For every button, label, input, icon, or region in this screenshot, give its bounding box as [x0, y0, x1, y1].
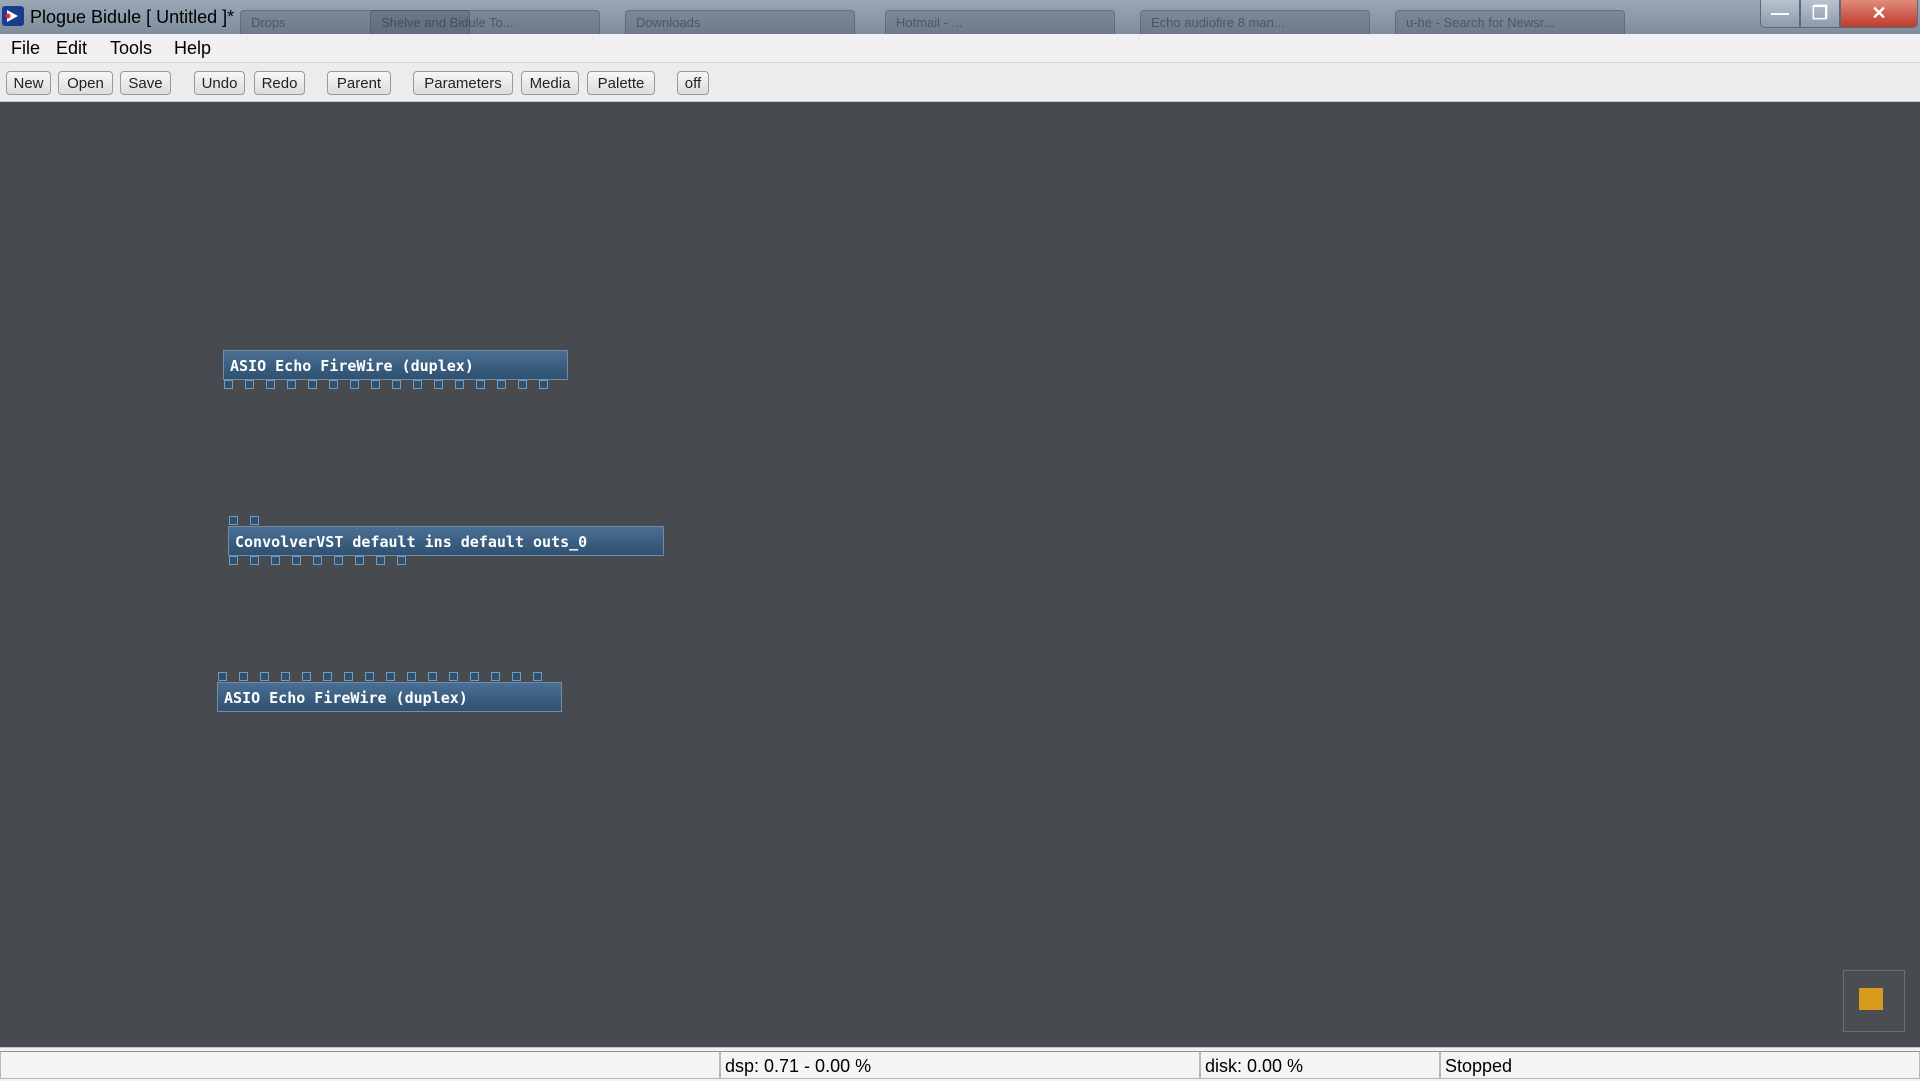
background-tab[interactable]: Shelve and Bidule To...: [370, 10, 600, 34]
output-pin[interactable]: [392, 380, 401, 389]
background-tab[interactable]: Hotmail - ...: [885, 10, 1115, 34]
window-title: Plogue Bidule [ Untitled ]*: [30, 7, 235, 27]
bidule-label: ASIO Echo FireWire (duplex): [224, 689, 468, 707]
new-button[interactable]: New: [6, 71, 51, 95]
input-pins: [229, 516, 269, 526]
bidule-asio-input[interactable]: ASIO Echo FireWire (duplex): [223, 350, 568, 380]
parameters-button[interactable]: Parameters: [413, 71, 513, 95]
record-widget[interactable]: [1843, 970, 1905, 1032]
output-pin[interactable]: [313, 556, 322, 565]
palette-button[interactable]: Palette: [587, 71, 655, 95]
output-pin[interactable]: [245, 380, 254, 389]
input-pin[interactable]: [250, 516, 259, 525]
output-pin[interactable]: [355, 556, 364, 565]
parent-button[interactable]: Parent: [327, 71, 391, 95]
output-pin[interactable]: [329, 380, 338, 389]
dsp-off-button[interactable]: off: [677, 71, 709, 95]
menu-file[interactable]: File: [11, 38, 40, 59]
input-pin[interactable]: [302, 672, 311, 681]
close-button[interactable]: ✕: [1840, 0, 1918, 28]
output-pin[interactable]: [271, 556, 280, 565]
background-tab[interactable]: u-he - Search for Newsr...: [1395, 10, 1625, 34]
minimize-icon: —: [1771, 3, 1789, 23]
input-pin[interactable]: [491, 672, 500, 681]
input-pin[interactable]: [512, 672, 521, 681]
menu-help[interactable]: Help: [174, 38, 211, 59]
input-pin[interactable]: [218, 672, 227, 681]
output-pin[interactable]: [287, 380, 296, 389]
save-button[interactable]: Save: [120, 71, 171, 95]
output-pin[interactable]: [413, 380, 422, 389]
output-pin[interactable]: [497, 380, 506, 389]
output-pins: [224, 380, 564, 390]
output-pin[interactable]: [250, 556, 259, 565]
dsp-usage: dsp: 0.71 - 0.00 %: [720, 1051, 1200, 1079]
output-pin[interactable]: [376, 556, 385, 565]
output-pins: [229, 556, 429, 566]
title-bar: Plogue Bidule [ Untitled ]* Drops Shelve…: [0, 0, 1920, 34]
output-pin[interactable]: [397, 556, 406, 565]
status-bar: dsp: 0.71 - 0.00 % disk: 0.00 % Stopped: [0, 1047, 1920, 1081]
patch-canvas[interactable]: ASIO Echo FireWire (duplex) ConvolverVST…: [0, 102, 1920, 1047]
input-pin[interactable]: [239, 672, 248, 681]
toolbar: New Open Save Undo Redo Parent Parameter…: [0, 63, 1920, 102]
undo-button[interactable]: Undo: [194, 71, 245, 95]
bidule-asio-output[interactable]: ASIO Echo FireWire (duplex): [217, 682, 562, 712]
disk-usage: disk: 0.00 %: [1200, 1051, 1440, 1079]
output-pin[interactable]: [334, 556, 343, 565]
output-pin[interactable]: [308, 380, 317, 389]
restore-icon: ❐: [1811, 3, 1829, 23]
redo-button[interactable]: Redo: [254, 71, 305, 95]
background-tab[interactable]: Downloads: [625, 10, 855, 34]
output-pin[interactable]: [292, 556, 301, 565]
input-pin[interactable]: [323, 672, 332, 681]
input-pins: [218, 672, 558, 682]
input-pin[interactable]: [449, 672, 458, 681]
output-pin[interactable]: [371, 380, 380, 389]
bidule-label: ASIO Echo FireWire (duplex): [230, 357, 474, 375]
input-pin[interactable]: [407, 672, 416, 681]
input-pin[interactable]: [428, 672, 437, 681]
output-pin[interactable]: [539, 380, 548, 389]
output-pin[interactable]: [434, 380, 443, 389]
bidule-convolver-vst[interactable]: ConvolverVST default ins default outs_0: [228, 526, 664, 556]
maximize-button[interactable]: ❐: [1800, 0, 1840, 28]
input-pin[interactable]: [229, 516, 238, 525]
input-pin[interactable]: [344, 672, 353, 681]
transport-state: Stopped: [1440, 1051, 1920, 1079]
input-pin[interactable]: [470, 672, 479, 681]
menu-tools[interactable]: Tools: [110, 38, 152, 59]
plogue-bidule-icon: [2, 6, 24, 26]
input-pin[interactable]: [365, 672, 374, 681]
input-pin[interactable]: [533, 672, 542, 681]
open-button[interactable]: Open: [58, 71, 113, 95]
input-pin[interactable]: [281, 672, 290, 681]
menu-bar: File Edit Tools Help: [0, 34, 1920, 63]
output-pin[interactable]: [476, 380, 485, 389]
minimize-button[interactable]: —: [1760, 0, 1800, 28]
media-button[interactable]: Media: [521, 71, 579, 95]
output-pin[interactable]: [518, 380, 527, 389]
output-pin[interactable]: [229, 556, 238, 565]
bidule-label: ConvolverVST default ins default outs_0: [235, 533, 588, 551]
menu-edit[interactable]: Edit: [56, 38, 87, 59]
output-pin[interactable]: [266, 380, 275, 389]
background-tab[interactable]: Echo audiofire 8 man...: [1140, 10, 1370, 34]
record-icon: [1859, 988, 1883, 1010]
output-pin[interactable]: [350, 380, 359, 389]
output-pin[interactable]: [224, 380, 233, 389]
status-empty-cell: [0, 1051, 720, 1079]
input-pin[interactable]: [386, 672, 395, 681]
close-icon: ✕: [1871, 3, 1887, 23]
output-pin[interactable]: [455, 380, 464, 389]
input-pin[interactable]: [260, 672, 269, 681]
